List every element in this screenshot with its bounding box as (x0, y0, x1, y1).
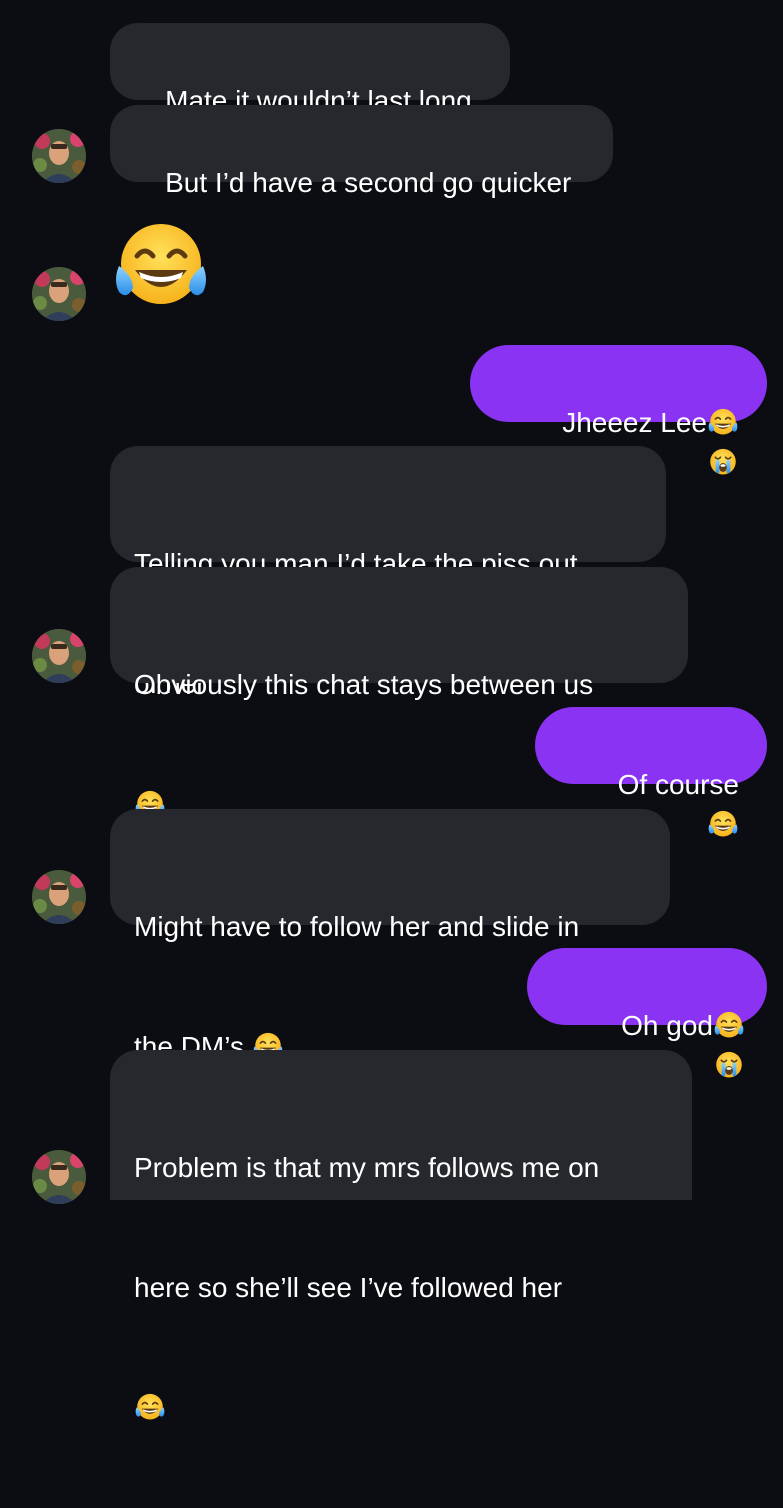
contact-avatar[interactable] (32, 129, 86, 183)
message-text: Jheeez Lee (562, 407, 707, 438)
loudly-crying-face-icon (713, 1049, 745, 1081)
incoming-message-bubble[interactable]: Mate it wouldn’t last long (110, 23, 510, 116)
face-with-tears-of-joy-icon[interactable] (110, 220, 212, 310)
outgoing-message-bubble[interactable]: Jheeez Lee (470, 345, 767, 422)
message-line: Might have to follow her and slide in (134, 911, 580, 942)
message-thread: Mate it wouldn’t last long But I’d have … (0, 0, 783, 1200)
face-with-tears-of-joy-icon (707, 406, 739, 438)
message-text: Oh god (621, 1010, 713, 1041)
face-with-tears-of-joy-icon (707, 808, 739, 840)
contact-avatar[interactable] (32, 629, 86, 683)
incoming-message-bubble[interactable]: Telling you man I’d take the piss out of… (110, 446, 666, 699)
message-text: Of course (617, 769, 739, 800)
face-with-tears-of-joy-icon (713, 1009, 745, 1041)
incoming-message-bubble[interactable]: But I’d have a second go quicker (110, 105, 613, 198)
message-line: here so she’ll see I’ve followed her (134, 1272, 563, 1303)
contact-avatar[interactable] (32, 267, 86, 321)
contact-avatar[interactable] (32, 870, 86, 924)
message-line: Obviously this chat stays between us (134, 669, 594, 700)
face-with-tears-of-joy-icon (134, 1391, 166, 1423)
contact-avatar[interactable] (32, 1150, 86, 1204)
incoming-message-bubble[interactable]: Might have to follow her and slide in th… (110, 809, 670, 1062)
outgoing-message-bubble[interactable]: Of course (535, 707, 767, 784)
message-text: But I’d have a second go quicker (165, 167, 572, 198)
incoming-message-bubble[interactable]: Problem is that my mrs follows me on her… (110, 1050, 692, 1200)
message-line: Problem is that my mrs follows me on (134, 1152, 600, 1183)
loudly-crying-face-icon (707, 446, 739, 478)
outgoing-message-bubble[interactable]: Oh god (527, 948, 767, 1025)
incoming-message-bubble[interactable]: Obviously this chat stays between us (110, 567, 688, 683)
